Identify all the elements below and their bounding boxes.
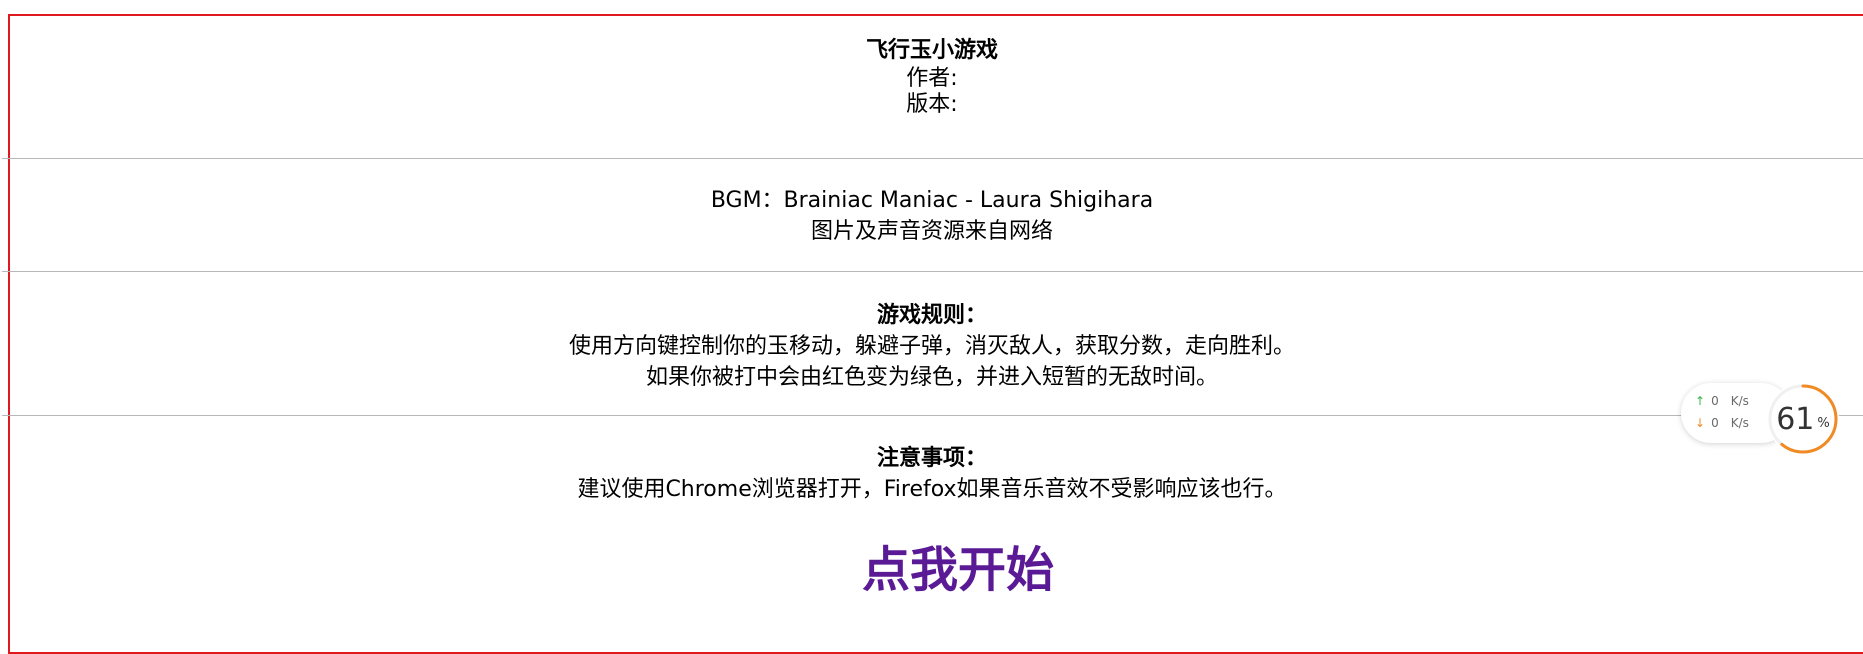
cpu-readout: 61%	[1765, 381, 1841, 457]
divider-1	[2, 158, 1863, 159]
author-label: 作者:	[906, 66, 958, 91]
download-speed-row: ↓ 0 K/s	[1695, 416, 1749, 430]
download-unit: K/s	[1730, 416, 1749, 430]
start-game-link[interactable]: 点我开始	[862, 540, 1054, 600]
rules-section: 游戏规则： 使用方向键控制你的玉移动，躲避子弹，消灭敌人，获取分数，走向胜利。 …	[2, 300, 1862, 393]
resources-credit: 图片及声音资源来自网络	[810, 219, 1053, 244]
upload-unit: K/s	[1730, 394, 1749, 408]
notes-heading: 注意事项：	[876, 446, 987, 471]
rules-line-2: 如果你被打中会由红色变为绿色，并进入短暂的无敌时间。	[645, 365, 1218, 390]
game-title: 飞行玉小游戏	[865, 38, 998, 63]
notes-line-1: 建议使用Chrome浏览器打开，Firefox如果音乐音效不受影响应该也行。	[577, 477, 1287, 502]
download-value: 0	[1711, 416, 1719, 430]
speed-monitor-widget[interactable]: ↑ 0 K/s ↓ 0 K/s 61%	[1681, 381, 1849, 455]
arrow-down-icon: ↓	[1695, 416, 1706, 430]
bgm-credit: BGM：Brainiac Maniac - Laura Shigihara	[710, 188, 1154, 213]
rules-heading: 游戏规则：	[876, 303, 987, 328]
arrow-up-icon: ↑	[1695, 394, 1706, 408]
cpu-percent-sign: %	[1817, 415, 1830, 431]
rules-line-1: 使用方向键控制你的玉移动，躲避子弹，消灭敌人，获取分数，走向胜利。	[568, 334, 1295, 359]
divider-3	[2, 415, 1863, 416]
cpu-percent-value: 61	[1776, 401, 1815, 437]
start-section: 点我开始	[2, 540, 1863, 600]
credits-section: BGM：Brainiac Maniac - Laura Shigihara 图片…	[2, 185, 1862, 247]
upload-value: 0	[1711, 394, 1719, 408]
notes-section: 注意事项： 建议使用Chrome浏览器打开，Firefox如果音乐音效不受影响应…	[2, 443, 1862, 505]
header-section: 飞行玉小游戏 作者: 版本:	[2, 35, 1862, 118]
version-label: 版本:	[906, 92, 958, 117]
upload-speed-row: ↑ 0 K/s	[1695, 394, 1749, 408]
divider-2	[2, 271, 1863, 272]
